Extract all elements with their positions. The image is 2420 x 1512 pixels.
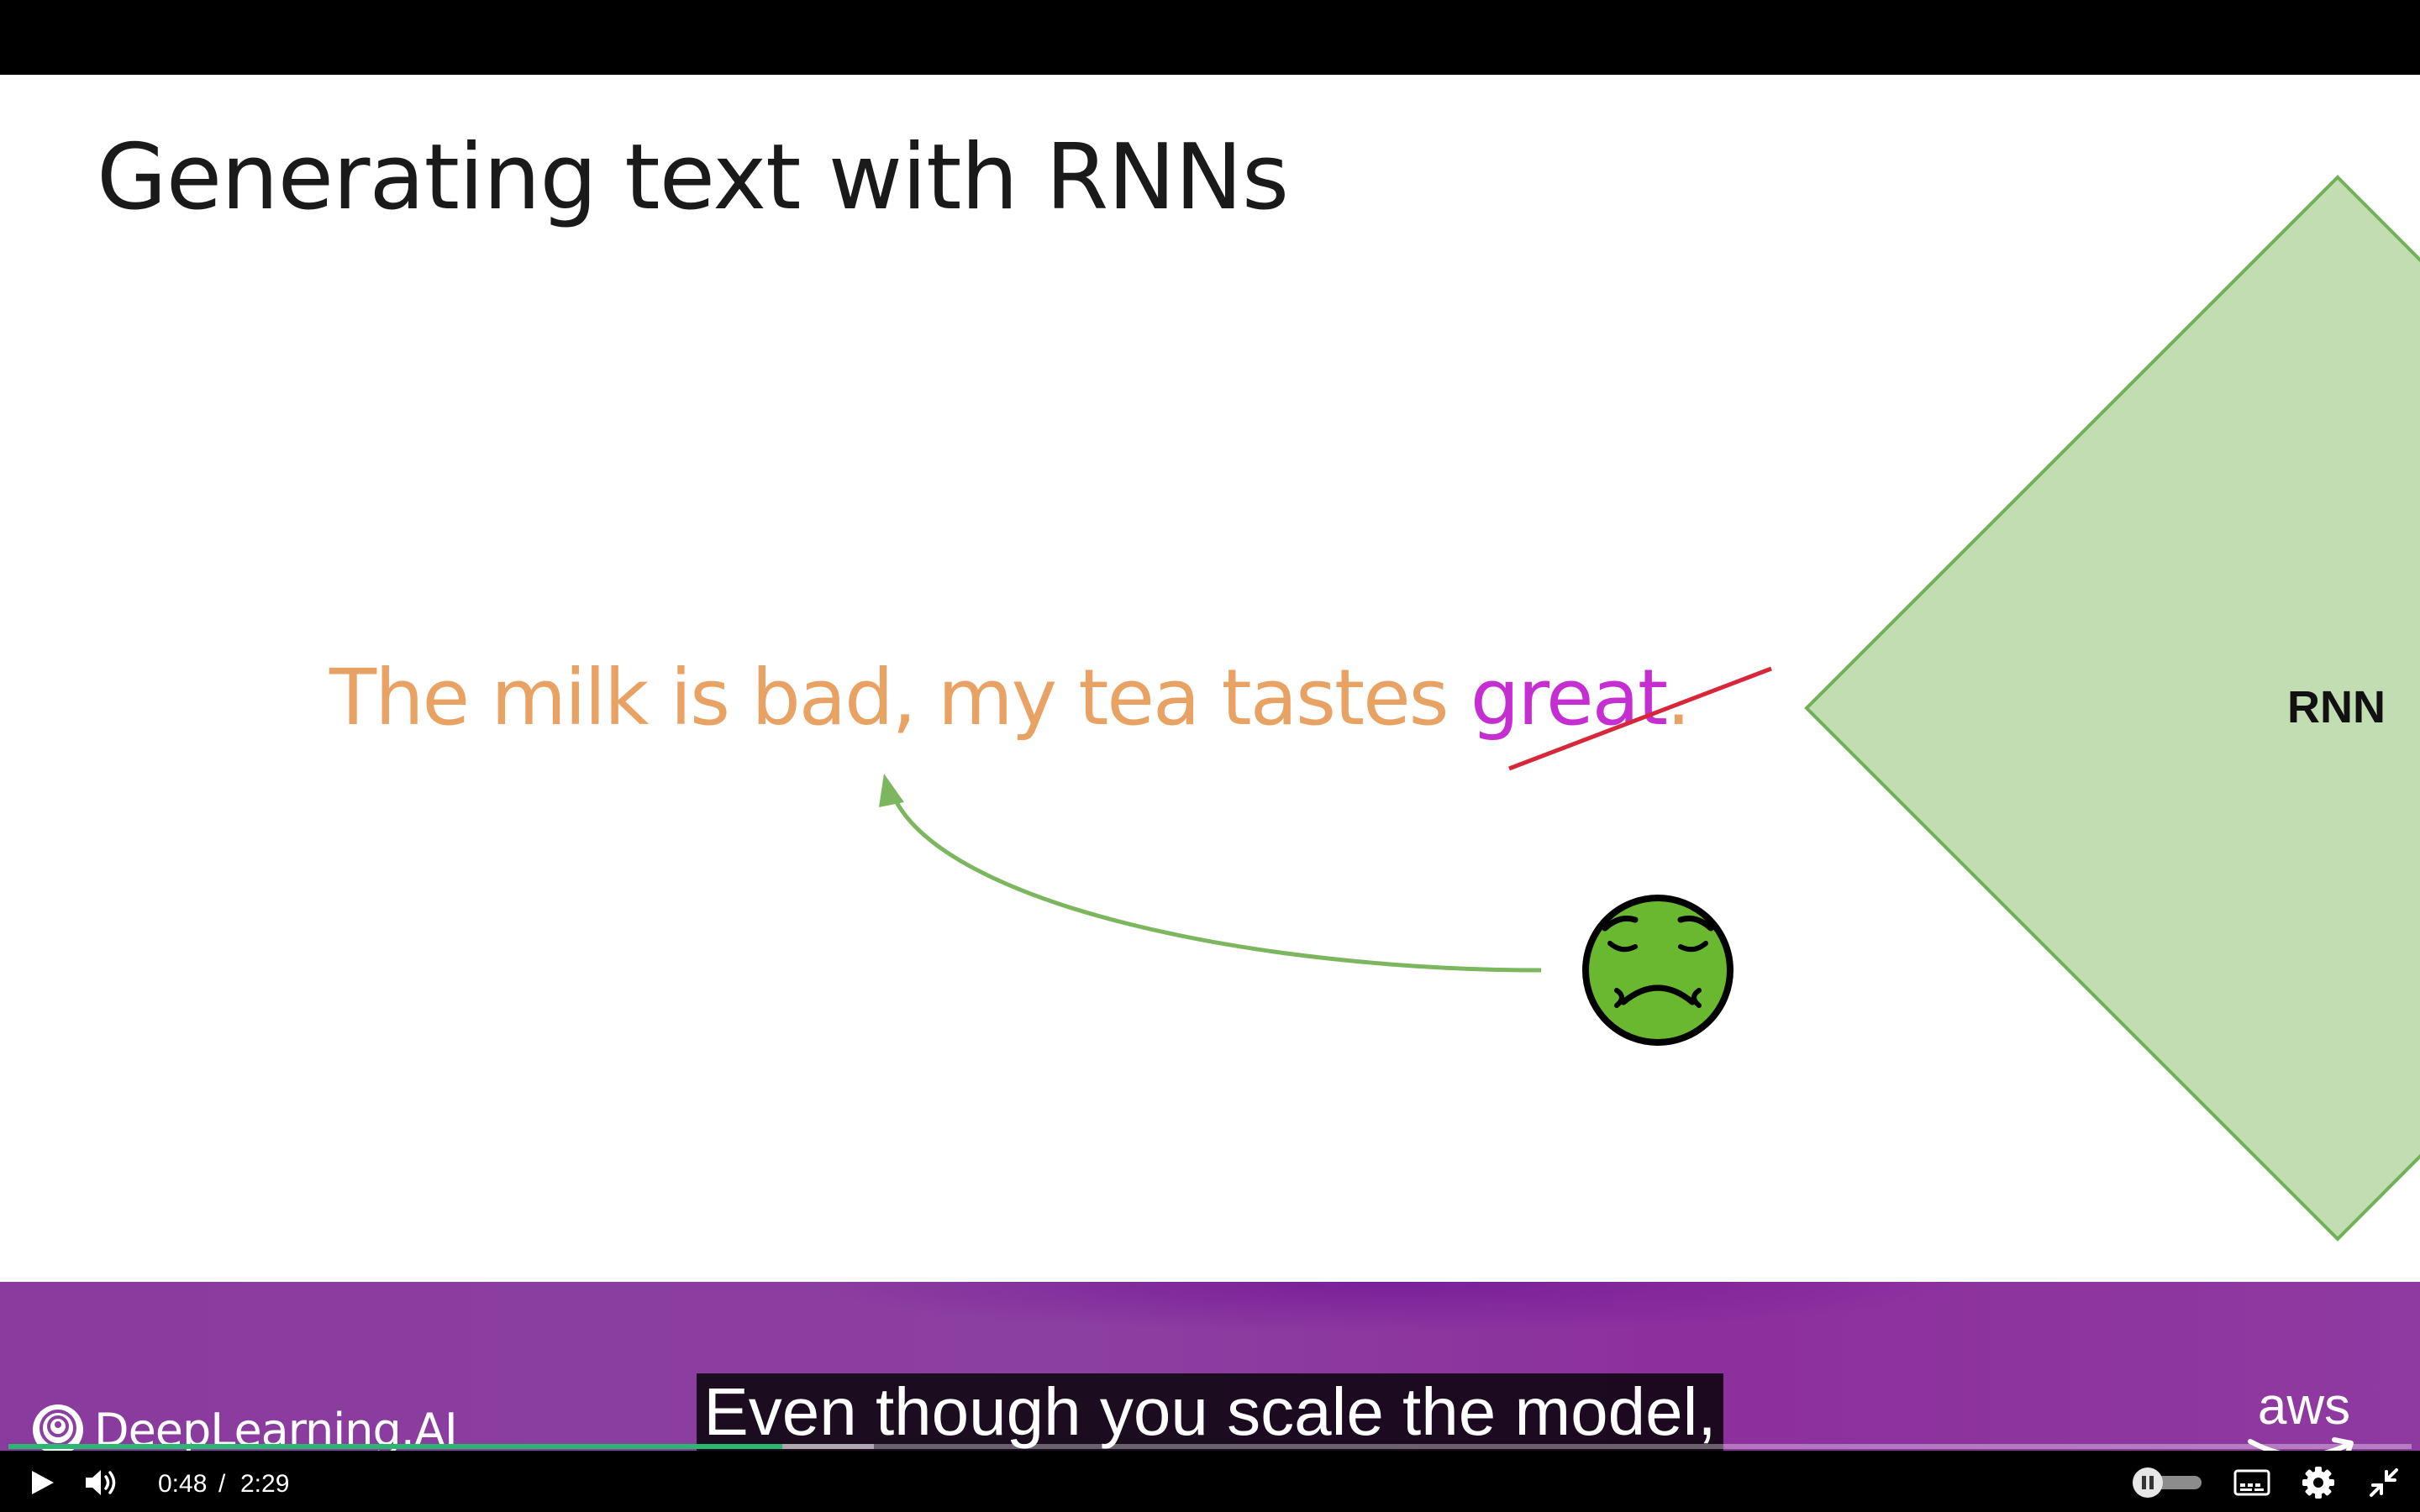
volume-icon xyxy=(86,1470,116,1495)
settings-button[interactable] xyxy=(2299,1453,2338,1512)
progress-played xyxy=(8,1444,782,1449)
settings-icon xyxy=(2302,1467,2334,1499)
time-separator: / xyxy=(218,1470,226,1498)
autoplay-toggle-icon xyxy=(2133,1467,2202,1498)
exit-fullscreen-icon xyxy=(2370,1468,2398,1497)
video-player[interactable]: Generating text with RNNs The milk is ba… xyxy=(0,0,2420,1512)
captions-icon xyxy=(2233,1469,2270,1496)
curved-arrow xyxy=(890,793,1542,973)
current-time: 0:48 xyxy=(158,1470,208,1498)
autoplay-toggle[interactable] xyxy=(2128,1453,2208,1512)
total-time: 2:29 xyxy=(240,1470,290,1498)
strikethrough-line xyxy=(1508,666,1772,771)
play-button[interactable] xyxy=(20,1453,64,1512)
caption-box: Even though you scale the model, xyxy=(0,1373,2420,1451)
progress-bar[interactable] xyxy=(8,1444,2412,1449)
video-frame[interactable]: Generating text with RNNs The milk is ba… xyxy=(0,75,2420,1451)
play-icon xyxy=(32,1471,54,1494)
slide-graphics xyxy=(879,175,2420,1242)
caption-text: Even though you scale the model, xyxy=(697,1373,1723,1451)
exit-fullscreen-button[interactable] xyxy=(2365,1453,2403,1512)
nauseated-face-icon xyxy=(1582,895,1733,1046)
arrow-head xyxy=(879,774,904,807)
control-bar: 0:48 / 2:29 xyxy=(0,1453,2420,1512)
rnn-label: RNN xyxy=(2287,682,2386,732)
captions-button[interactable] xyxy=(2232,1453,2272,1512)
volume-button[interactable] xyxy=(79,1453,126,1512)
